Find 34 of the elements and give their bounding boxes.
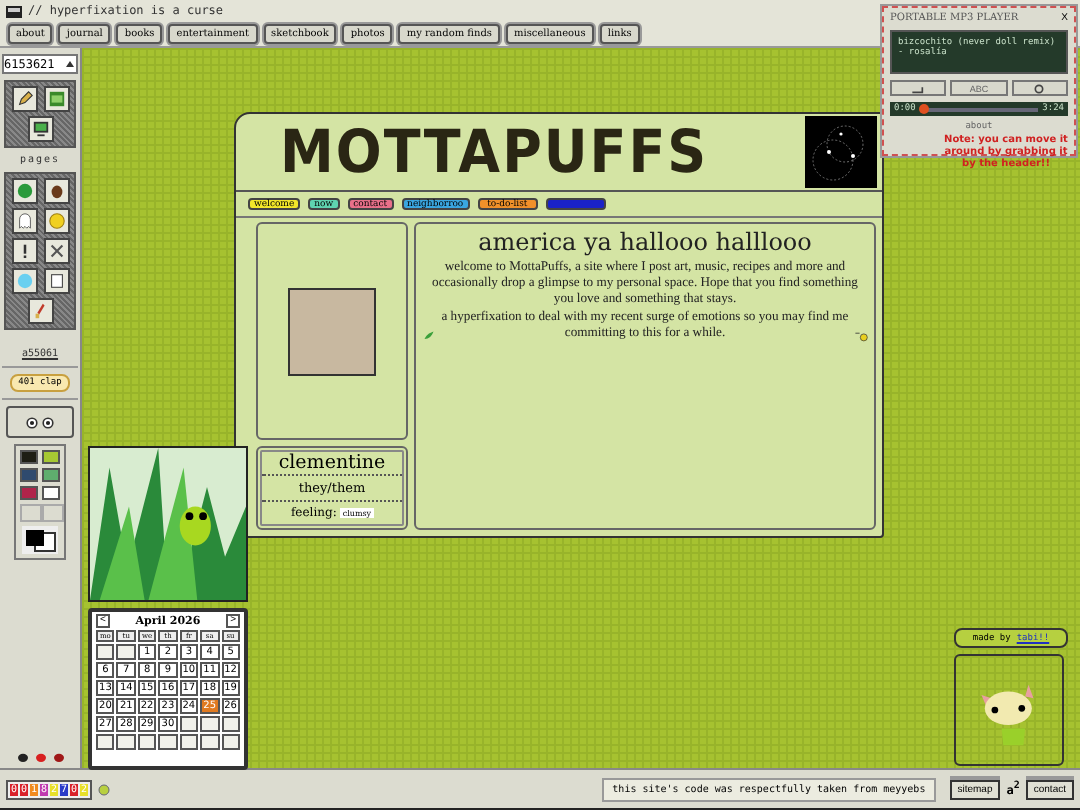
window-icon[interactable] <box>43 86 69 112</box>
circle-icon <box>1030 83 1049 93</box>
ghost-icon[interactable] <box>11 208 37 234</box>
next-button[interactable] <box>1011 80 1068 96</box>
color-selector-icon[interactable] <box>22 526 58 554</box>
nav-pill[interactable] <box>545 198 606 210</box>
name-text: clementine <box>262 452 402 476</box>
coin-icon[interactable] <box>43 208 69 234</box>
photo-placeholder <box>288 287 376 375</box>
orb-icon[interactable] <box>11 268 37 294</box>
dropdown-arrow-icon[interactable] <box>64 58 76 70</box>
status-dot-icon <box>98 783 110 795</box>
color-swatch[interactable] <box>20 450 38 464</box>
brush-icon[interactable] <box>27 298 53 324</box>
exclamation-icon[interactable] <box>11 238 37 264</box>
color-swatch[interactable] <box>20 486 38 500</box>
sprout-icon <box>422 329 436 342</box>
color-swatch[interactable] <box>42 486 60 500</box>
empty-swatch[interactable] <box>20 504 42 522</box>
seek-handle[interactable] <box>918 104 929 114</box>
site-logo: MOTTAPUFFS <box>280 117 709 187</box>
welcome-heading: america ya hallooo halllooo <box>476 228 814 256</box>
color-swatch[interactable] <box>42 450 60 464</box>
tools-icon[interactable] <box>43 238 69 264</box>
window-icon <box>6 5 22 17</box>
eyes-icon <box>24 415 56 429</box>
book-icon[interactable] <box>43 268 69 294</box>
constellation-drawing <box>804 116 878 188</box>
color-swatch[interactable] <box>42 468 60 482</box>
empty-swatch[interactable] <box>42 504 64 522</box>
pencil-icon[interactable] <box>11 86 37 112</box>
color-swatch[interactable] <box>20 468 38 482</box>
monitor-icon[interactable] <box>27 116 53 142</box>
prev-button[interactable] <box>890 80 947 96</box>
